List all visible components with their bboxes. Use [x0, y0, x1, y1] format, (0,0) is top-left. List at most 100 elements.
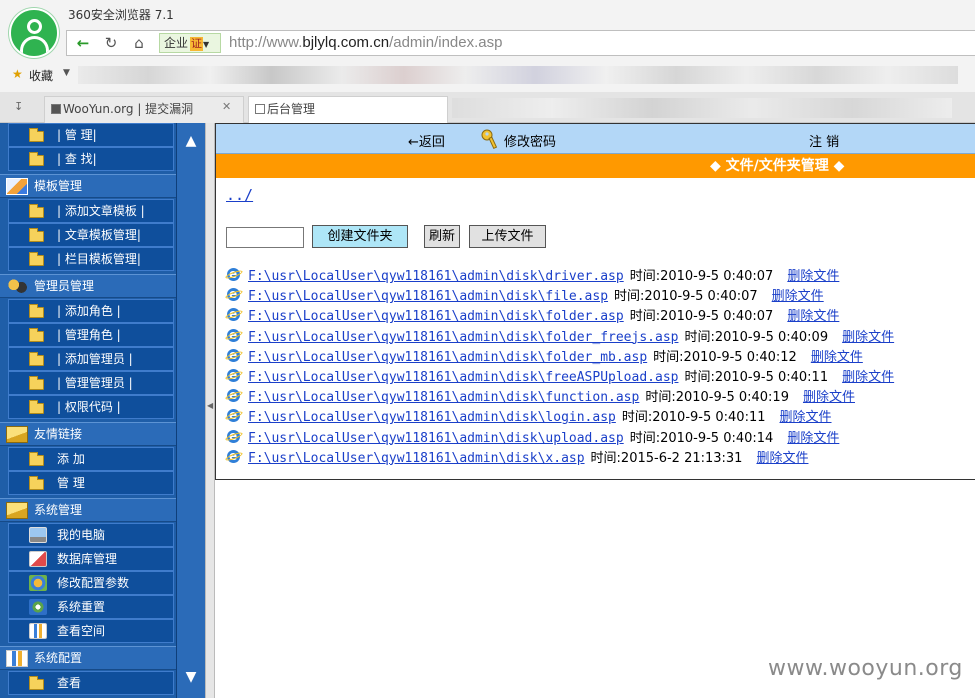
back-link[interactable]: ←返回: [408, 131, 445, 150]
delete-file-link[interactable]: 删除文件: [803, 390, 855, 405]
sidebar-item-config-params[interactable]: 修改配置参数: [8, 571, 174, 595]
sidebar-item-article-templates[interactable]: | 文章模板管理|: [8, 223, 174, 247]
sidebar-item-add-role[interactable]: | 添加角色 |: [8, 299, 174, 323]
sidebar-item-manage-roles[interactable]: | 管理角色 |: [8, 323, 174, 347]
delete-file-link[interactable]: 删除文件: [787, 431, 839, 446]
sidebar-item-column-templates[interactable]: | 栏目模板管理|: [8, 247, 174, 271]
template-icon: [6, 178, 28, 195]
ie-file-icon: [224, 426, 244, 446]
tab-wooyun[interactable]: WooYun.org | 提交漏洞: [44, 96, 244, 123]
file-time: 时间:2010-9-5 0:40:11: [621, 410, 766, 426]
reload-icon[interactable]: ↻: [101, 34, 121, 52]
network-reset-icon: [29, 599, 47, 615]
close-icon[interactable]: ✕: [222, 100, 231, 113]
sidebar-item-my-computer[interactable]: 我的电脑: [8, 523, 174, 547]
delete-file-link[interactable]: 删除文件: [756, 451, 808, 466]
file-time: 时间:2010-9-5 0:40:07: [629, 309, 774, 325]
sidebar-menu: | 管 理| | 查 找| 模板管理 | 添加文章模板 | | 文章模板管理| …: [0, 123, 176, 698]
ie-file-icon: [224, 284, 244, 304]
sidebar-item-system-reset[interactable]: 系统重置: [8, 595, 174, 619]
ie-file-icon: [224, 446, 244, 466]
file-path-link[interactable]: F:\usr\LocalUser\qyw118161\admin\disk\up…: [248, 431, 624, 446]
bookmarks-label[interactable]: 收藏: [29, 67, 53, 84]
sidebar-item-label: | 添加管理员 |: [57, 352, 133, 366]
sidebar-scrollbar[interactable]: ▲ ▼: [176, 123, 205, 698]
address-bar[interactable]: ← ↻ ⌂ 企业 证▼ http://www.bjlylq.com.cn/admi…: [66, 30, 975, 56]
file-time: 时间:2010-9-5 0:40:11: [684, 369, 829, 385]
file-path-link[interactable]: F:\usr\LocalUser\qyw118161\admin\disk\lo…: [248, 410, 616, 425]
sidebar-item-view[interactable]: 查看: [8, 671, 174, 695]
delete-file-link[interactable]: 删除文件: [811, 350, 863, 365]
sidebar-item-add-admin[interactable]: | 添加管理员 |: [8, 347, 174, 371]
file-path-link[interactable]: F:\usr\LocalUser\qyw118161\admin\disk\fu…: [248, 390, 639, 405]
delete-file-link[interactable]: 删除文件: [772, 289, 824, 304]
delete-file-link[interactable]: 删除文件: [787, 309, 839, 324]
parent-directory-link[interactable]: ../: [226, 186, 253, 204]
file-row: F:\usr\LocalUser\qyw118161\admin\disk\fi…: [224, 284, 966, 307]
chevron-down-icon[interactable]: ▼: [63, 68, 70, 78]
settings-icon: [29, 575, 47, 591]
file-path-link[interactable]: F:\usr\LocalUser\qyw118161\admin\disk\fi…: [248, 289, 608, 304]
sidebar-category-templates[interactable]: 模板管理: [0, 174, 176, 198]
frame-splitter[interactable]: ◀: [205, 123, 215, 698]
security-zone-badge[interactable]: 企业 证▼: [159, 33, 221, 53]
folder-icon: [29, 452, 44, 466]
upload-file-button[interactable]: 上传文件: [469, 225, 546, 248]
sidebar-item-search[interactable]: | 查 找|: [8, 147, 174, 171]
home-icon[interactable]: ⌂: [129, 34, 149, 52]
sidebar-item-label: | 权限代码 |: [57, 400, 121, 414]
file-time: 时间:2015-6-2 21:13:31: [590, 450, 743, 466]
sidebar-item-manage[interactable]: | 管 理|: [8, 123, 174, 147]
file-path-link[interactable]: F:\usr\LocalUser\qyw118161\admin\disk\fo…: [248, 350, 647, 365]
create-folder-button[interactable]: 创建文件夹: [312, 225, 408, 248]
sidebar-item-label: 添 加: [57, 452, 85, 466]
sidebar-item-add-link[interactable]: 添 加: [8, 447, 174, 471]
sidebar-item-label: 查看空间: [57, 624, 106, 638]
file-path-link[interactable]: F:\usr\LocalUser\qyw118161\admin\disk\dr…: [248, 269, 624, 284]
file-path-link[interactable]: F:\usr\LocalUser\qyw118161\admin\disk\fo…: [248, 309, 624, 324]
sidebar-item-database[interactable]: 数据库管理: [8, 547, 174, 571]
file-path-link[interactable]: F:\usr\LocalUser\qyw118161\admin\disk\fo…: [248, 330, 678, 345]
file-path-link[interactable]: F:\usr\LocalUser\qyw118161\admin\disk\x.…: [248, 451, 585, 466]
file-row: F:\usr\LocalUser\qyw118161\admin\disk\fo…: [224, 345, 966, 368]
refresh-button[interactable]: 刷新: [424, 225, 460, 248]
change-password-link[interactable]: 修改密码: [504, 131, 556, 150]
sidebar-category-links[interactable]: 友情链接: [0, 422, 176, 446]
file-path-link[interactable]: F:\usr\LocalUser\qyw118161\admin\disk\fr…: [248, 370, 678, 385]
file-row: F:\usr\LocalUser\qyw118161\admin\disk\fu…: [224, 385, 966, 408]
blurred-tabs: [452, 98, 952, 118]
sidebar-item-manage-admins[interactable]: | 管理管理员 |: [8, 371, 174, 395]
computer-icon: [29, 527, 47, 543]
user-avatar-icon[interactable]: [9, 8, 59, 58]
delete-file-link[interactable]: 删除文件: [787, 269, 839, 284]
sidebar-category-system-config[interactable]: 系统配置: [0, 646, 176, 670]
collapse-arrow-icon[interactable]: ◀: [207, 401, 213, 410]
delete-file-link[interactable]: 删除文件: [842, 370, 894, 385]
sidebar-item-manage-links[interactable]: 管 理: [8, 471, 174, 495]
delete-file-link[interactable]: 删除文件: [780, 410, 832, 425]
tab-list-icon[interactable]: ↧: [14, 100, 23, 113]
tab-admin[interactable]: 后台管理: [248, 96, 448, 123]
sidebar-item-permission-codes[interactable]: | 权限代码 |: [8, 395, 174, 419]
main-panel: ←返回 修改密码 注 销 ◆ 文件/文件夹管理 ◆ ../ 创建文件夹 刷新 上…: [215, 123, 975, 698]
file-row: F:\usr\LocalUser\qyw118161\admin\disk\up…: [224, 426, 966, 449]
zone-label: 企业: [164, 36, 189, 50]
delete-file-link[interactable]: 删除文件: [842, 330, 894, 345]
bookmark-star-icon[interactable]: ★: [12, 67, 23, 81]
sidebar-item-label: 数据库管理: [57, 552, 118, 566]
chevron-up-icon[interactable]: ▲: [184, 133, 198, 149]
logout-link[interactable]: 注 销: [809, 131, 839, 150]
folder-icon: [29, 352, 44, 366]
certificate-icon: 证: [190, 37, 204, 51]
tab-label: WooYun.org | 提交漏洞: [63, 102, 194, 116]
sidebar-category-admins[interactable]: 管理员管理: [0, 274, 176, 298]
sidebar-item-view-space[interactable]: 查看空间: [8, 619, 174, 643]
folder-icon: [29, 676, 44, 690]
sidebar-item-add-article-template[interactable]: | 添加文章模板 |: [8, 199, 174, 223]
sidebar-category-system[interactable]: 系统管理: [0, 498, 176, 522]
url-text[interactable]: http://www.bjlylq.com.cn/admin/index.asp: [229, 34, 502, 52]
chevron-down-icon[interactable]: ▼: [184, 669, 198, 685]
back-arrow-icon[interactable]: ←: [73, 34, 93, 52]
watermark-text: www.wooyun.org: [768, 656, 963, 681]
folder-name-input[interactable]: [226, 227, 304, 248]
